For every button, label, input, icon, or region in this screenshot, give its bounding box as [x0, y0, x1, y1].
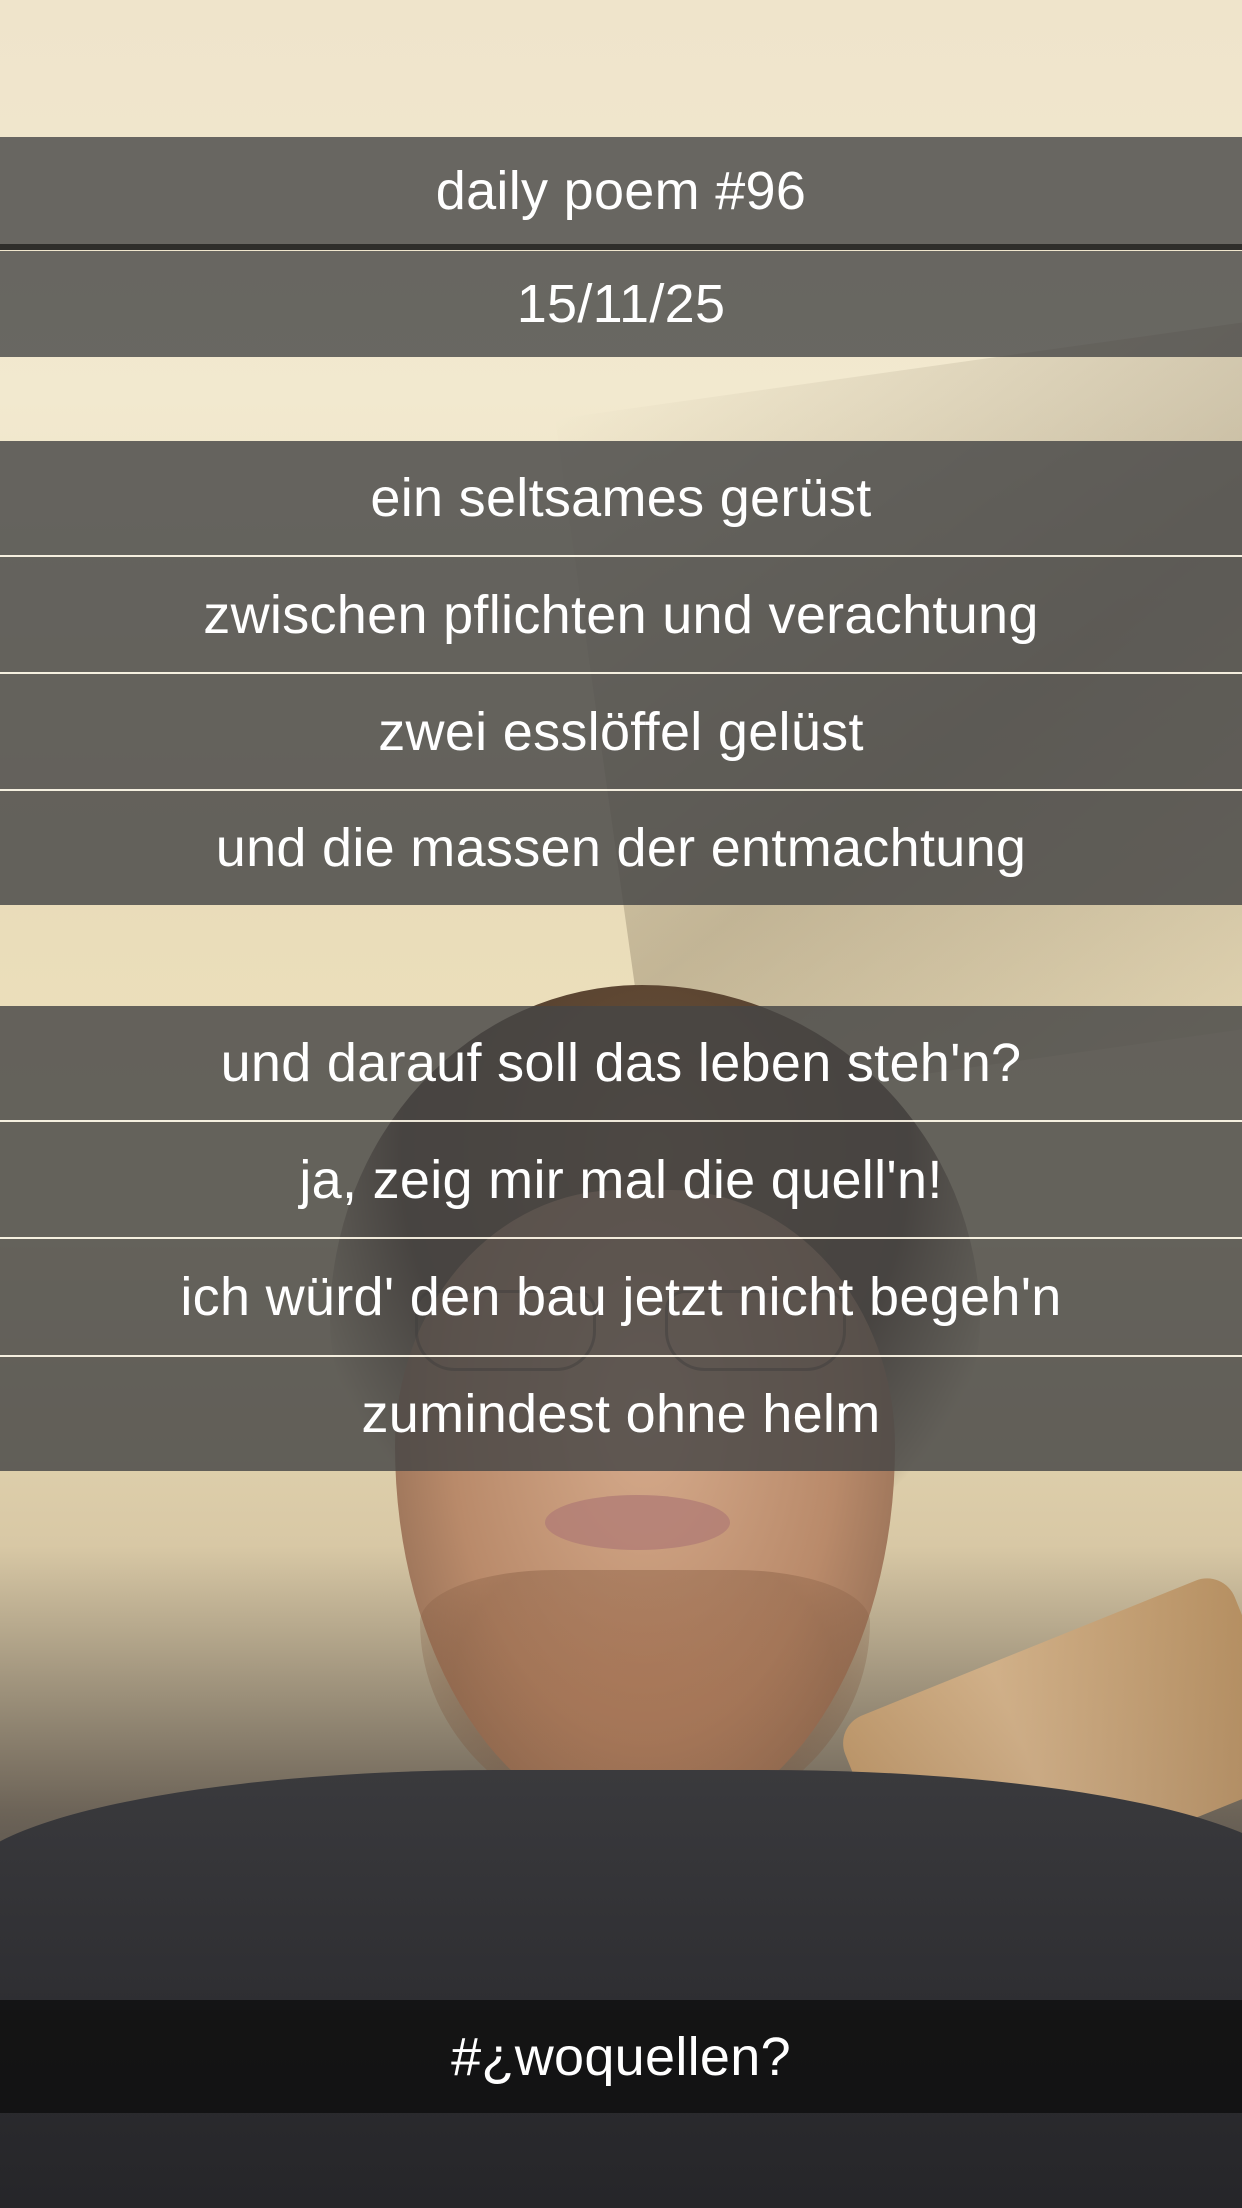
poem-line: und darauf soll das leben steh'n? — [0, 1006, 1242, 1120]
poem-line: ich würd' den bau jetzt nicht begeh'n — [0, 1239, 1242, 1355]
poem-line: ein seltsames gerüst — [0, 441, 1242, 555]
title-divider — [0, 244, 1242, 250]
poem-line: und die massen der entmachtung — [0, 791, 1242, 905]
poem-line: zwischen pflichten und verachtung — [0, 557, 1242, 672]
hashtag-caption: #¿woquellen? — [0, 2000, 1242, 2113]
poem-title: daily poem #96 — [0, 137, 1242, 244]
shirt — [0, 1770, 1242, 2208]
lips — [545, 1495, 730, 1550]
poem-line: ja, zeig mir mal die quell'n! — [0, 1122, 1242, 1237]
poem-line: zwei esslöffel gelüst — [0, 674, 1242, 789]
poem-date: 15/11/25 — [0, 251, 1242, 357]
poem-line: zumindest ohne helm — [0, 1357, 1242, 1471]
